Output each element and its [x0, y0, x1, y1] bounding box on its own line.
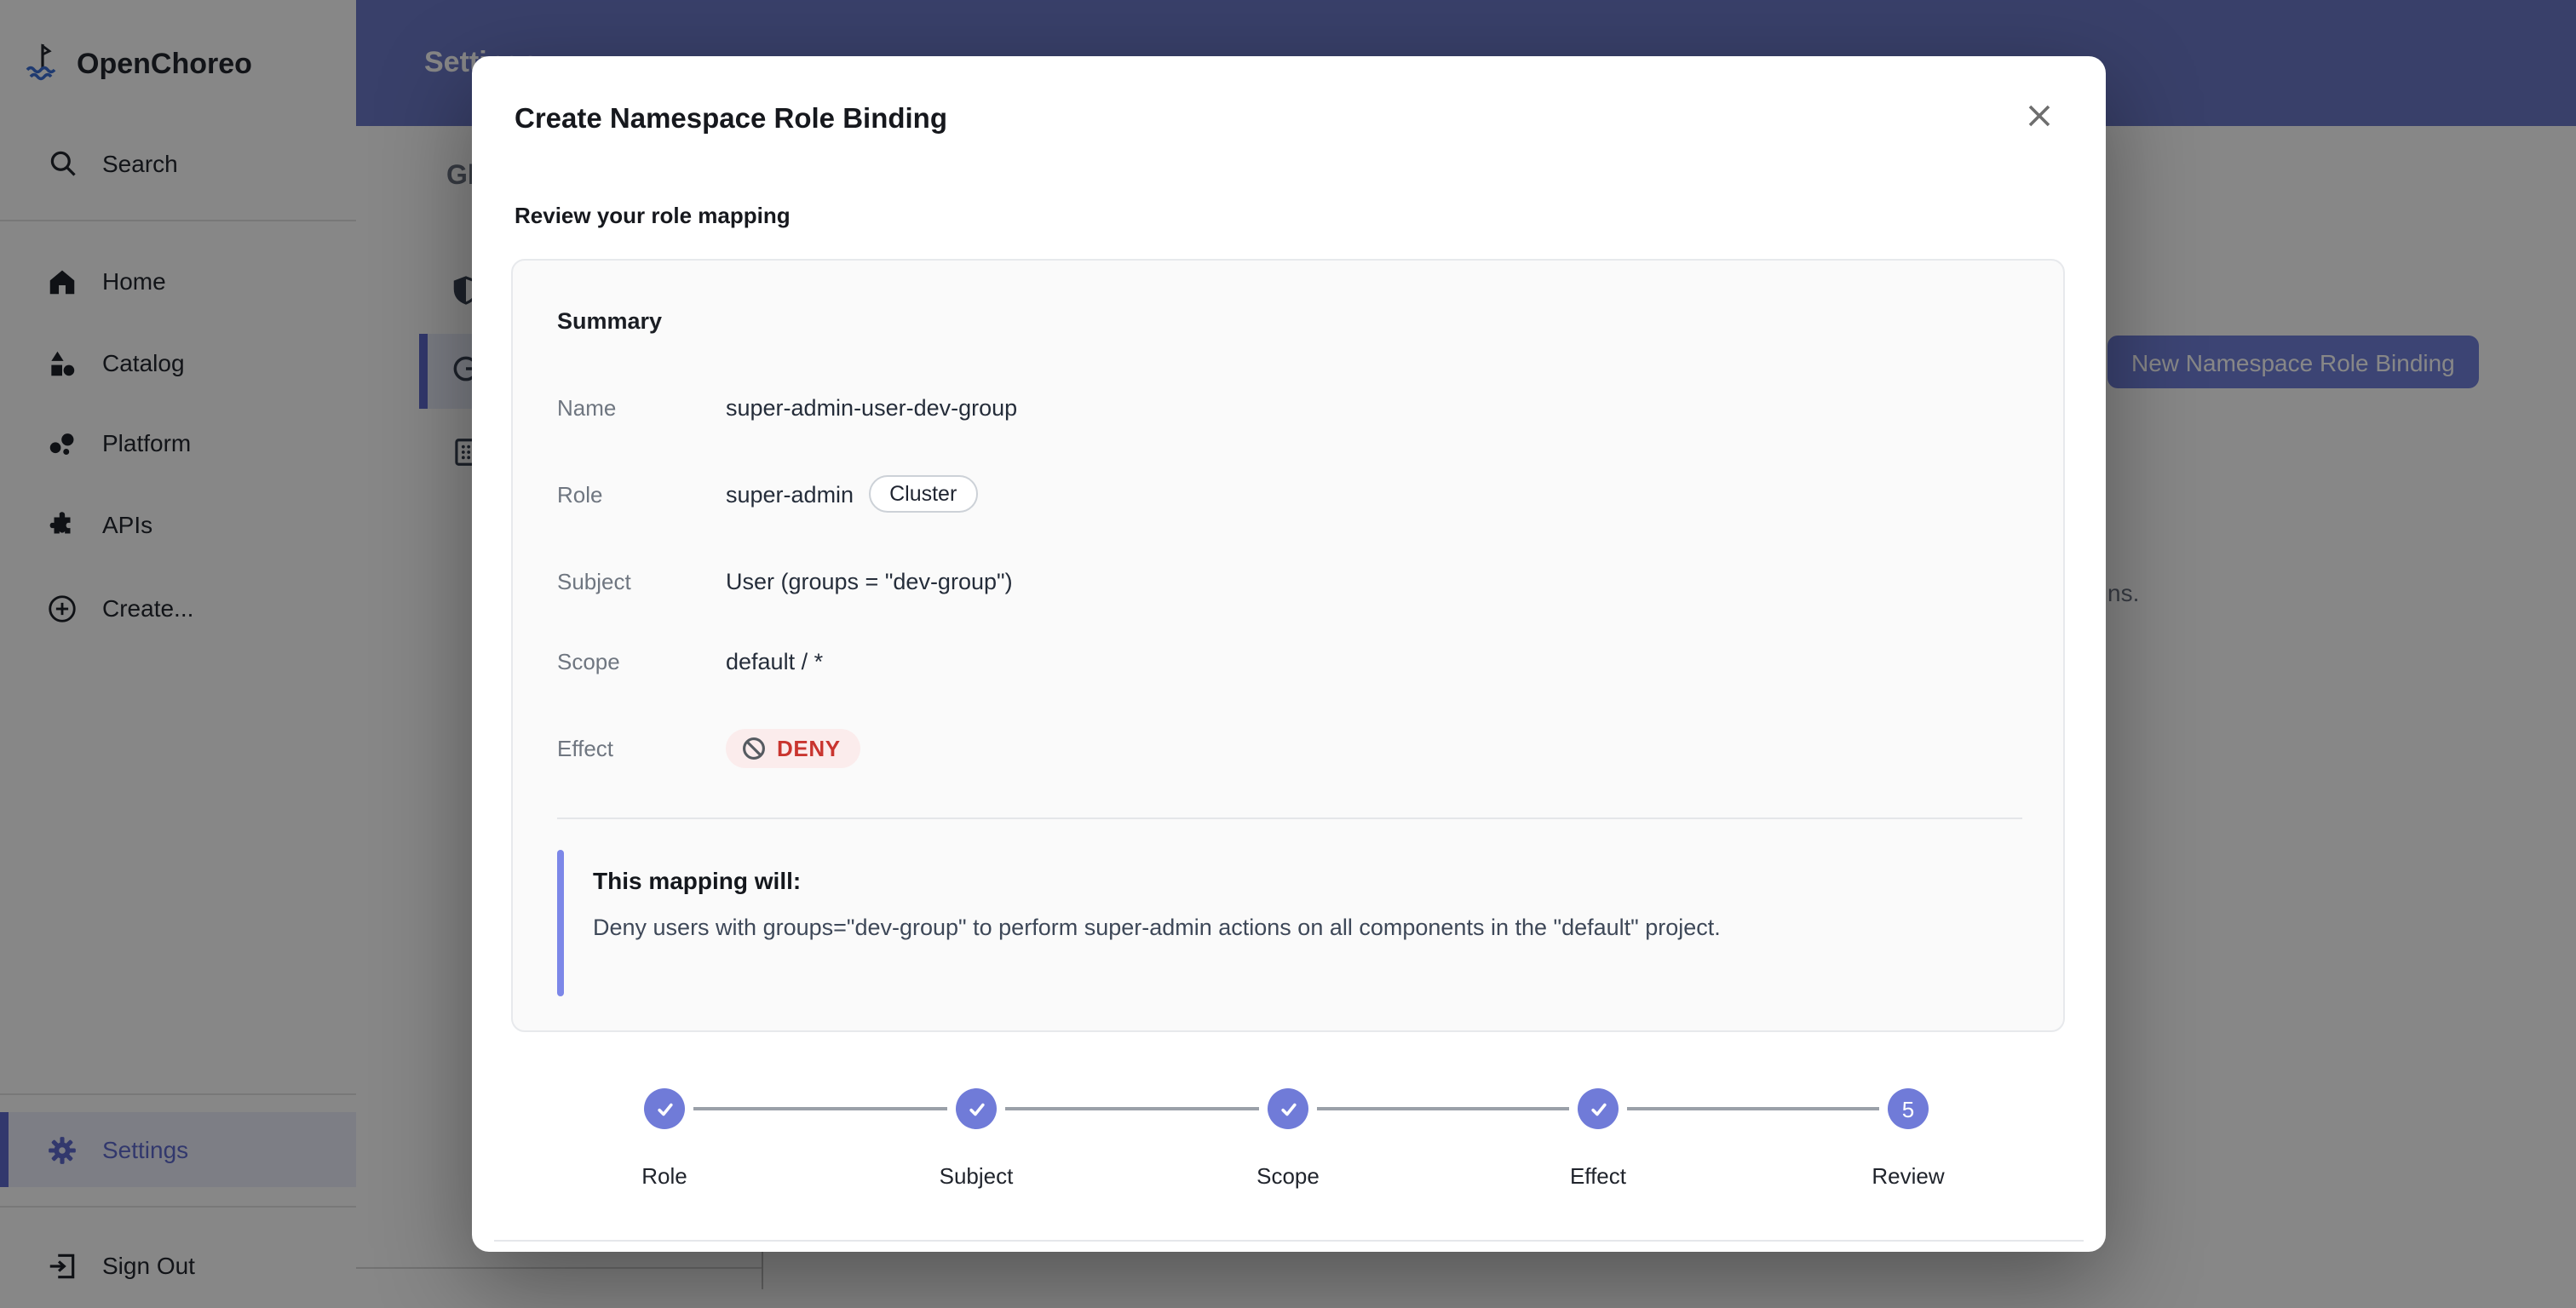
- step-number: 5: [1902, 1096, 1914, 1122]
- row-value: super-admin-user-dev-group: [726, 394, 1017, 420]
- step-effect-indicator[interactable]: [1578, 1088, 1619, 1129]
- row-label: Role: [557, 481, 726, 507]
- modal-footer-divider: [494, 1240, 2084, 1242]
- summary-row-scope: Scope default / *: [557, 639, 2022, 683]
- row-value: default / *: [726, 648, 823, 674]
- step-review-indicator[interactable]: 5: [1888, 1088, 1929, 1129]
- step-role-indicator[interactable]: [644, 1088, 685, 1129]
- row-label: Scope: [557, 648, 726, 674]
- effect-badge: DENY: [726, 728, 861, 767]
- screen: OpenChoreo Search Home Catalog Pla: [0, 0, 2576, 1308]
- step-connector: [693, 1107, 947, 1110]
- step-subject-indicator[interactable]: [956, 1088, 997, 1129]
- step-connector: [1627, 1107, 1879, 1110]
- close-button[interactable]: [2014, 92, 2065, 143]
- effect-value: DENY: [777, 735, 841, 760]
- row-value: super-admin: [726, 481, 854, 507]
- summary-row-role: Role super-admin Cluster: [557, 472, 2022, 516]
- step-label-role: Role: [588, 1163, 741, 1189]
- step-connector: [1005, 1107, 1259, 1110]
- mapping-callout: This mapping will: Deny users with group…: [557, 850, 2022, 996]
- check-icon: [653, 1098, 676, 1120]
- step-label-scope: Scope: [1211, 1163, 1365, 1189]
- step-label-subject: Subject: [900, 1163, 1053, 1189]
- create-namespace-role-binding-dialog: Create Namespace Role Binding Review you…: [472, 56, 2106, 1252]
- close-icon: [2026, 101, 2053, 134]
- summary-row-effect: Effect DENY: [557, 720, 2022, 775]
- check-icon: [1277, 1098, 1299, 1120]
- summary-card: Summary Name super-admin-user-dev-group …: [511, 259, 2065, 1032]
- step-heading: Review your role mapping: [515, 203, 791, 228]
- row-label: Subject: [557, 568, 726, 594]
- row-label: Effect: [557, 735, 726, 760]
- callout-title: This mapping will:: [593, 867, 801, 894]
- row-value: User (groups = "dev-group"): [726, 568, 1013, 594]
- callout-accent-bar: [557, 850, 564, 996]
- block-icon: [741, 735, 767, 760]
- summary-divider: [557, 818, 2022, 819]
- cluster-badge: Cluster: [869, 475, 977, 513]
- row-label: Name: [557, 394, 726, 420]
- check-icon: [1587, 1098, 1609, 1120]
- check-icon: [965, 1098, 987, 1120]
- dialog-title: Create Namespace Role Binding: [515, 104, 947, 136]
- step-label-effect: Effect: [1521, 1163, 1675, 1189]
- callout-description: Deny users with groups="dev-group" to pe…: [593, 915, 1721, 940]
- summary-heading: Summary: [557, 308, 662, 334]
- summary-row-subject: Subject User (groups = "dev-group"): [557, 559, 2022, 603]
- step-scope-indicator[interactable]: [1268, 1088, 1308, 1129]
- step-connector: [1317, 1107, 1569, 1110]
- summary-row-name: Name super-admin-user-dev-group: [557, 385, 2022, 429]
- step-label-review: Review: [1831, 1163, 1985, 1189]
